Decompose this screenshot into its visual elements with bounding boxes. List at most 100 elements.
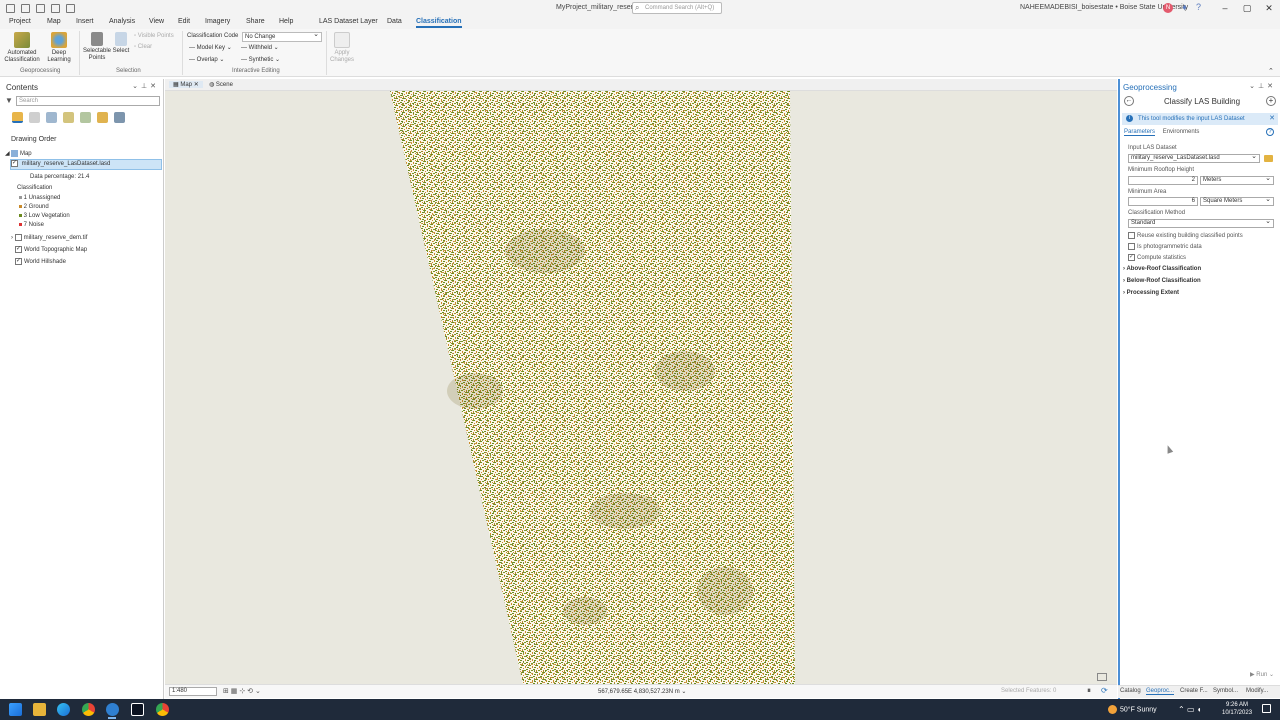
list-by-labeling-icon[interactable] <box>97 112 108 123</box>
classification-method-dropdown[interactable]: Standard <box>1128 218 1274 228</box>
filter-icon[interactable]: ▼ <box>5 96 13 105</box>
command-search-input[interactable]: Command Search (Alt+Q) <box>632 2 722 14</box>
reuse-building-checkbox[interactable] <box>1128 232 1135 239</box>
list-by-editing-icon[interactable] <box>63 112 74 123</box>
close-message-icon[interactable]: ✕ <box>1269 113 1275 125</box>
las-dataset-layer[interactable]: ✓ military_reserve_LasDataset.lasd <box>10 159 162 170</box>
list-by-snapping-icon[interactable] <box>80 112 91 123</box>
minimize-button[interactable]: – <box>1218 2 1232 14</box>
tab-help[interactable]: Help <box>279 18 293 25</box>
browse-folder-icon[interactable] <box>1264 155 1273 162</box>
clear-selection-button[interactable]: ▫ Clear <box>134 44 152 50</box>
network-icon[interactable]: ▭ <box>1187 705 1197 714</box>
avatar[interactable]: N <box>1163 3 1173 13</box>
deep-learning-button[interactable]: Deep Learning <box>44 32 74 64</box>
photogrammetric-checkbox[interactable] <box>1128 243 1135 250</box>
layer-visibility-checkbox[interactable]: ✓ <box>15 258 22 265</box>
layer-visibility-checkbox[interactable]: ✓ <box>11 160 18 167</box>
compute-statistics-checkbox-row[interactable]: ✓ Compute statistics <box>1128 254 1186 261</box>
coordinate-format-dropdown-icon[interactable]: ⌄ <box>681 689 686 695</box>
add-icon[interactable]: + <box>1266 96 1276 106</box>
run-options-icon[interactable]: ⌄ <box>1269 672 1274 678</box>
notifications-icon[interactable]: ♦ <box>1180 3 1189 12</box>
below-roof-section[interactable]: › Below-Roof Classification <box>1123 278 1201 284</box>
classification-code-dropdown[interactable]: No Change <box>242 31 322 42</box>
tab-geoprocessing[interactable]: Geoproc... <box>1146 688 1175 695</box>
tab-map[interactable]: Map <box>47 18 61 25</box>
tab-view[interactable]: View <box>149 18 164 25</box>
list-by-perspective-icon[interactable] <box>114 112 125 123</box>
dem-layer[interactable]: › military_reserve_dem.tif <box>11 234 87 241</box>
close-button[interactable]: ✕ <box>1262 2 1276 14</box>
selectable-points-button[interactable]: Selectable Points <box>82 32 112 62</box>
min-rooftop-unit-dropdown[interactable]: Meters <box>1200 175 1274 185</box>
chrome-icon[interactable] <box>82 703 95 716</box>
automated-classification-button[interactable]: Automated Classification <box>4 32 40 64</box>
hillshade-layer[interactable]: ✓ World Hillshade <box>15 258 66 265</box>
overlap-toggle[interactable]: — Overlap ⌄ <box>189 56 224 63</box>
withheld-toggle[interactable]: — Withheld ⌄ <box>241 44 279 51</box>
tab-analysis[interactable]: Analysis <box>109 18 135 25</box>
processing-extent-section[interactable]: › Processing Extent <box>1123 290 1179 296</box>
help-icon[interactable]: ? <box>1266 128 1274 136</box>
tab-modify[interactable]: Modify... <box>1246 688 1268 694</box>
navigation-tools-icon[interactable]: ⊞ ▦ ⊹ ⟲ ⌄ <box>223 687 261 695</box>
tab-environments[interactable]: Environments <box>1163 129 1200 135</box>
close-tab-icon[interactable]: ✕ <box>194 82 199 88</box>
tab-las-dataset-layer[interactable]: LAS Dataset Layer <box>319 18 378 25</box>
photogrammetric-checkbox-row[interactable]: Is photogrammetric data <box>1128 243 1202 250</box>
select-button[interactable]: Select <box>112 32 130 55</box>
pin-icon[interactable]: ⊥ <box>1258 83 1267 90</box>
topo-basemap-layer[interactable]: ✓ World Topographic Map <box>15 246 87 253</box>
tab-edit[interactable]: Edit <box>178 18 190 25</box>
tab-insert[interactable]: Insert <box>76 18 94 25</box>
contents-search-input[interactable]: Search <box>16 96 160 106</box>
chrome-profile-icon[interactable] <box>156 703 169 716</box>
notification-center-icon[interactable] <box>1262 704 1271 713</box>
class-item[interactable]: 7 Noise <box>19 222 44 228</box>
input-las-dropdown[interactable]: military_reserve_LasDataset.lasd <box>1128 153 1260 163</box>
apply-changes-button[interactable]: Apply Changes <box>328 32 356 64</box>
list-by-drawing-order-icon[interactable] <box>12 112 23 123</box>
run-button[interactable]: ▶ Run ⌄ <box>1250 671 1274 678</box>
map-node[interactable]: ◢ Map <box>5 150 32 157</box>
list-by-selection-icon[interactable] <box>46 112 57 123</box>
class-item[interactable]: 3 Low Vegetation <box>19 213 70 219</box>
tab-share[interactable]: Share <box>246 18 265 25</box>
edge-browser-icon[interactable] <box>57 703 70 716</box>
volume-icon[interactable]: ◖ <box>1197 705 1202 714</box>
weather-widget[interactable]: 50°F Sunny <box>1108 705 1157 714</box>
close-icon[interactable]: ✕ <box>1267 83 1276 90</box>
undo-icon[interactable] <box>51 3 60 13</box>
tab-scene-view[interactable]: ◍ Scene <box>205 81 237 88</box>
list-by-source-icon[interactable] <box>29 112 40 123</box>
refresh-icon[interactable]: ⟳ <box>1101 686 1108 695</box>
tab-parameters[interactable]: Parameters <box>1124 129 1156 136</box>
save-icon[interactable] <box>36 3 45 13</box>
redo-icon[interactable] <box>66 3 75 13</box>
min-area-unit-dropdown[interactable]: Square Meters <box>1200 196 1274 206</box>
layer-visibility-checkbox[interactable] <box>14 234 22 241</box>
collapse-ribbon-icon[interactable]: ⌃ <box>1268 67 1274 75</box>
pane-options-icon[interactable]: ⌄ <box>1249 83 1258 90</box>
min-rooftop-input[interactable]: 2 <box>1128 176 1198 185</box>
tab-map-view[interactable]: ▦ Map ✕ <box>169 81 203 88</box>
min-area-input[interactable]: 6 <box>1128 197 1198 206</box>
map-canvas[interactable] <box>165 91 1117 684</box>
tab-project[interactable]: Project <box>9 18 31 25</box>
clock[interactable]: 9:26 AM 10/17/2023 <box>1222 701 1252 717</box>
new-project-icon[interactable] <box>6 3 15 13</box>
class-item[interactable]: 2 Ground <box>19 204 49 210</box>
synthetic-toggle[interactable]: — Synthetic ⌄ <box>241 56 280 63</box>
above-roof-section[interactable]: › Above-Roof Classification <box>1123 266 1201 272</box>
tab-create-features[interactable]: Create F... <box>1180 688 1208 694</box>
pause-drawing-icon[interactable]: ⏸ <box>1087 686 1091 696</box>
pin-icon[interactable]: ⊥ <box>141 83 150 90</box>
maximize-button[interactable]: ▢ <box>1240 2 1254 14</box>
tab-data[interactable]: Data <box>387 18 402 25</box>
tab-imagery[interactable]: Imagery <box>205 18 230 25</box>
terminal-icon[interactable] <box>131 703 144 716</box>
tab-catalog[interactable]: Catalog <box>1120 688 1141 694</box>
open-project-icon[interactable] <box>21 3 30 13</box>
layer-visibility-checkbox[interactable]: ✓ <box>15 246 22 253</box>
